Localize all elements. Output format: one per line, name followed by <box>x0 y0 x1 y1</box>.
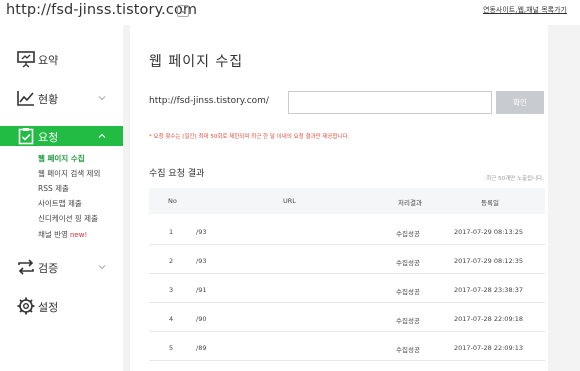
sidebar-item-label: 검증 <box>38 262 59 275</box>
column-header-date: 등록일 <box>481 199 499 207</box>
row-date: 2017-07-29 08:12:35 <box>454 257 524 265</box>
sidebar-item-label: 현황 <box>38 93 59 106</box>
row-url: /90 <box>196 315 207 323</box>
row-no: 2 <box>169 257 174 265</box>
chevron-down-icon <box>179 9 187 14</box>
row-date: 2017-07-29 08:13:25 <box>454 228 524 236</box>
line-chart-icon <box>17 91 34 106</box>
row-no: 5 <box>169 344 174 352</box>
chevron-up-icon <box>98 133 106 138</box>
subnav-web-page-collect[interactable]: 웹 페이지 수집 <box>38 153 85 164</box>
table-row: 3 /91 수집성공 2017-07-28 23:38:37 <box>149 274 545 303</box>
clipboard-check-icon <box>18 128 34 145</box>
url-path-input[interactable] <box>288 91 492 114</box>
site-list-link[interactable]: 연동사이트,웹,채널 목록가기 <box>483 5 567 15</box>
row-status: 수집성공 <box>396 259 420 267</box>
sidebar-item-label: 요약 <box>38 54 59 67</box>
sidebar-item-settings[interactable]: 설정 <box>0 296 123 316</box>
subnav-syndication-ping[interactable]: 신디케이션 핑 제출 <box>38 213 98 224</box>
site-url-title[interactable]: http://fsd-jinss.tistory.com <box>6 2 197 18</box>
url-prefix-label: http://fsd-jinss.tistory.com/ <box>149 96 269 106</box>
column-header-status: 처리결과 <box>398 199 422 207</box>
sidebar-item-summary[interactable]: 요약 <box>0 49 123 69</box>
row-url: /93 <box>196 257 207 265</box>
new-badge: new! <box>69 231 88 239</box>
row-status: 수집성공 <box>396 346 420 354</box>
subnav-rss-submit[interactable]: RSS 제출 <box>38 183 69 194</box>
subnav-label: 채널 반영 <box>38 230 68 239</box>
row-no: 1 <box>169 228 174 236</box>
table-row: 1 /93 수집성공 2017-07-29 08:13:25 <box>149 216 545 245</box>
table-row: 5 /89 수집성공 2017-07-28 22:09:13 <box>149 332 545 361</box>
subnav-channel-reflect[interactable]: 채널 반영 new! <box>38 229 87 240</box>
chevron-down-icon <box>98 96 106 101</box>
request-limit-notice: * 요청 횟수는 (일간) 최대 50회로 제한되며 최근 한 달 이내의 요청… <box>149 134 350 140</box>
subnav-sitemap-submit[interactable]: 사이트맵 제출 <box>38 198 82 209</box>
results-table-header: No URL 처리결과 등록일 <box>149 188 545 214</box>
subnav-search-exclude[interactable]: 웹 페이지 검색 제외 <box>38 168 100 179</box>
row-status: 수집성공 <box>396 230 420 238</box>
sidebar-item-verify[interactable]: 검증 <box>0 257 123 277</box>
row-date: 2017-07-28 22:09:13 <box>454 344 524 352</box>
submit-button[interactable]: 확인 <box>496 91 544 114</box>
column-header-url: URL <box>283 197 296 205</box>
row-url: /89 <box>196 344 207 352</box>
chevron-down-icon <box>98 265 106 270</box>
sidebar-item-status[interactable]: 현황 <box>0 88 123 108</box>
row-no: 3 <box>169 286 174 294</box>
row-date: 2017-07-28 22:09:18 <box>454 315 524 323</box>
row-url: /93 <box>196 228 207 236</box>
results-note: 최근 50개만 노출됩니다. <box>486 176 544 182</box>
page-title: 웹 페이지 수집 <box>149 54 244 70</box>
sidebar-item-request[interactable]: 요청 <box>0 126 123 146</box>
table-row: 2 /93 수집성공 2017-07-29 08:12:35 <box>149 245 545 274</box>
top-bar: http://fsd-jinss.tistory.com 연동사이트,웹,채널 … <box>0 0 580 25</box>
row-status: 수집성공 <box>396 317 420 325</box>
sync-arrows-icon <box>18 259 34 275</box>
row-no: 4 <box>169 315 174 323</box>
site-dropdown-button[interactable] <box>177 5 189 17</box>
presentation-board-icon <box>17 51 35 68</box>
table-row: 4 /90 수집성공 2017-07-28 22:09:18 <box>149 303 545 332</box>
sidebar-item-label: 설정 <box>38 301 59 314</box>
gear-icon <box>17 297 35 315</box>
row-date: 2017-07-28 23:38:37 <box>454 286 524 294</box>
row-url: /91 <box>196 286 207 294</box>
sidebar-item-label: 요청 <box>38 131 59 144</box>
results-section-title: 수집 요청 결과 <box>149 169 205 179</box>
row-status: 수집성공 <box>396 288 420 296</box>
column-header-no: No <box>168 197 177 205</box>
